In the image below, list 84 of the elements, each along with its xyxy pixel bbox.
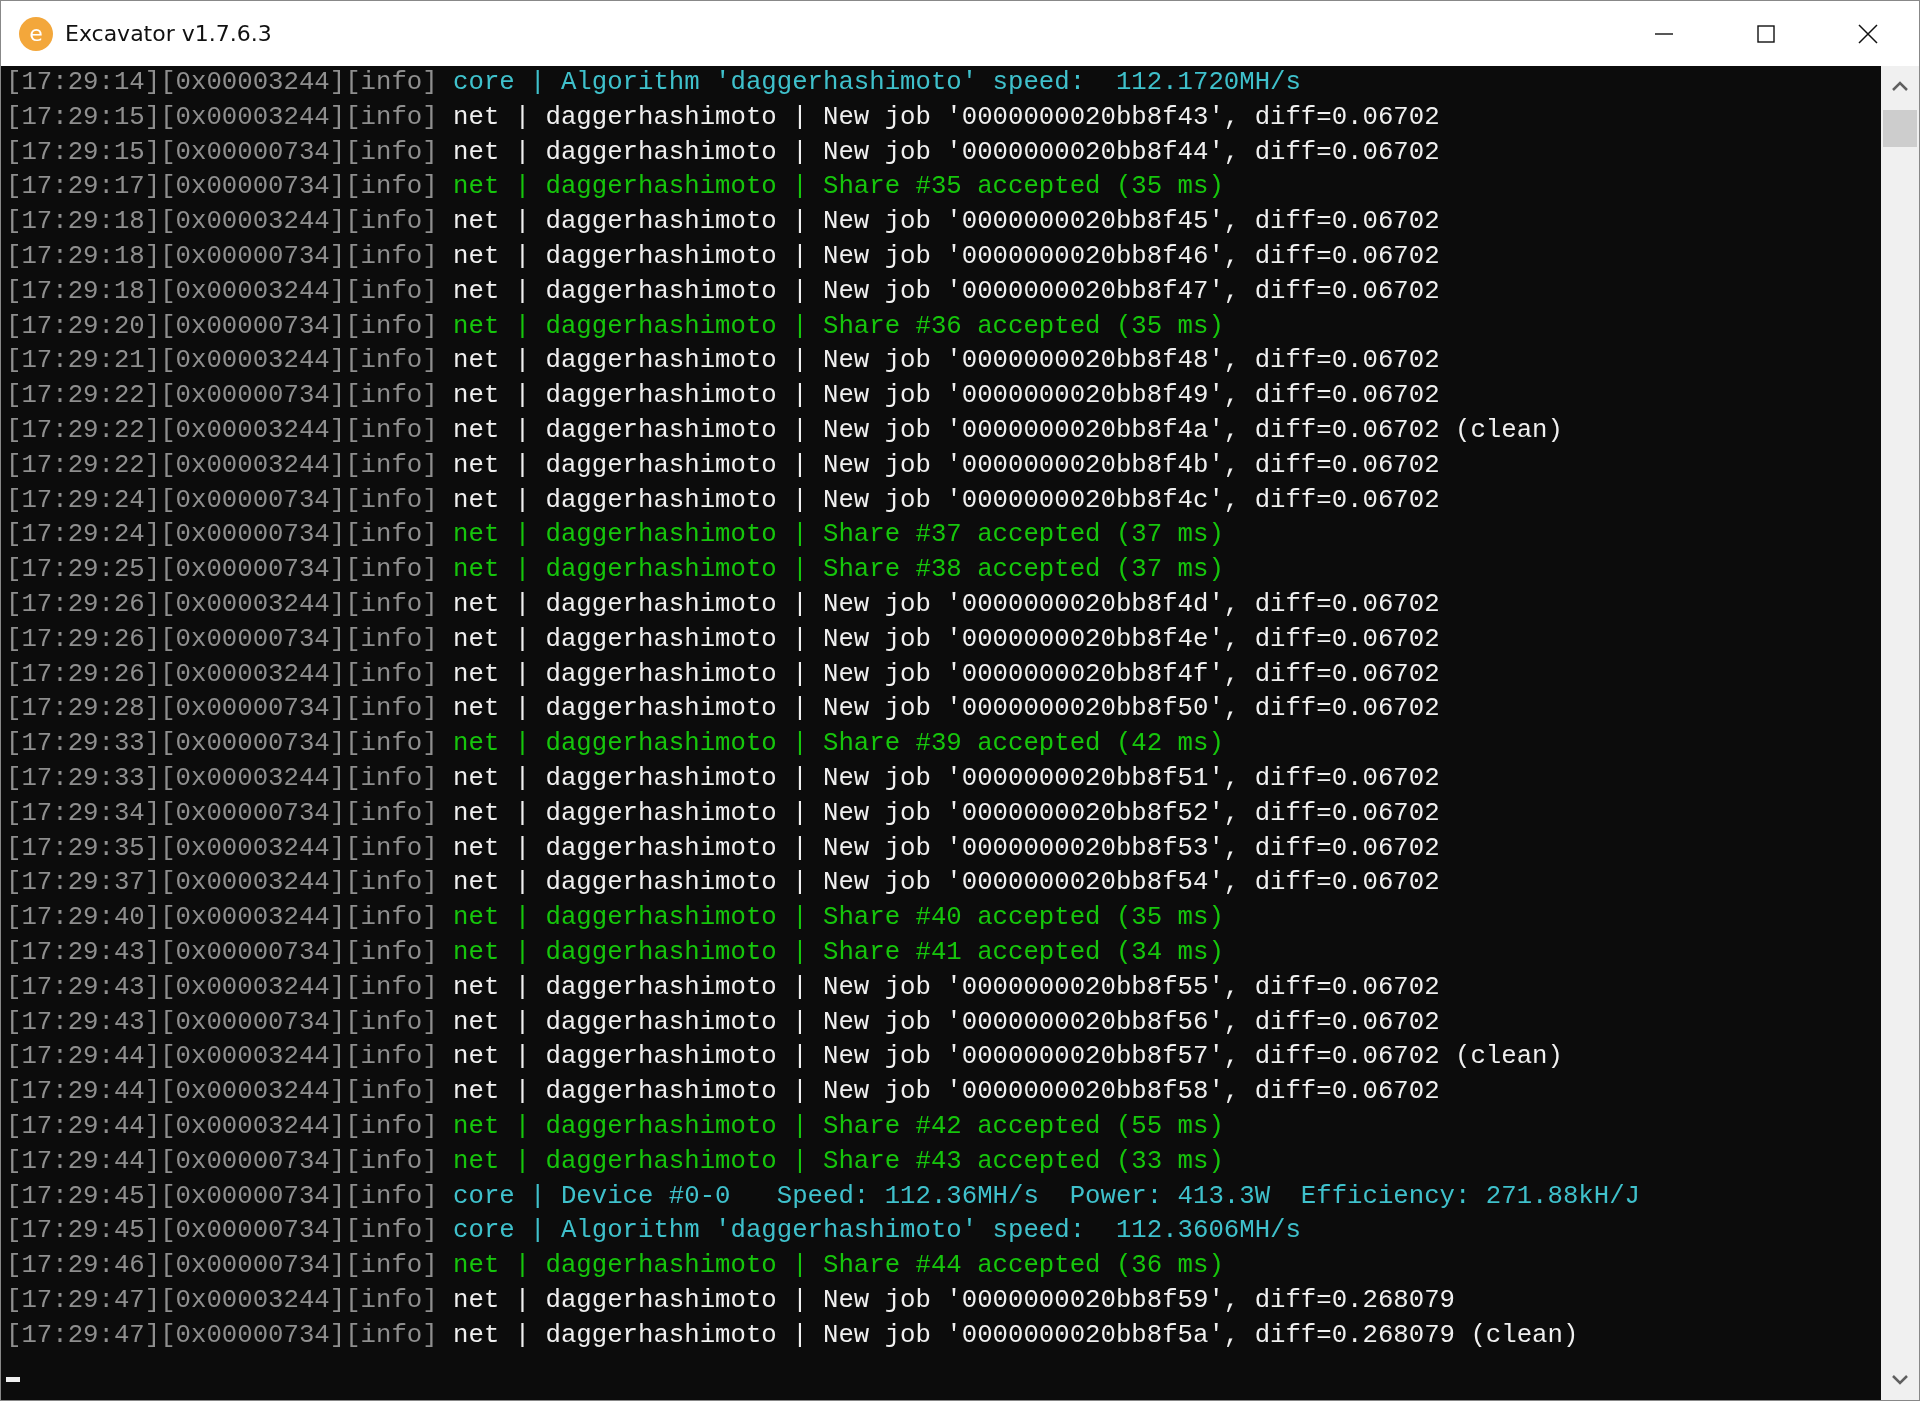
log-message: net | daggerhashimoto | New job '0000000020bb8f45', diff=0.06702 [453, 207, 1440, 237]
log-message: net | daggerhashimoto | New job '0000000020bb8f43', diff=0.06702 [453, 102, 1440, 132]
log-prefix: [17:29:26][0x00003244][info] [6, 589, 438, 619]
log-prefix: [17:29:17][0x00000734][info] [6, 172, 438, 202]
log-message: net | daggerhashimoto | New job '0000000020bb8f4f', diff=0.06702 [453, 659, 1440, 689]
log-prefix: [17:29:44][0x00003244][info] [6, 1111, 438, 1141]
log-message: net | daggerhashimoto | New job '0000000020bb8f44', diff=0.06702 [453, 137, 1440, 167]
log-message: net | daggerhashimoto | New job '0000000020bb8f4c', diff=0.06702 [453, 485, 1440, 515]
log-prefix: [17:29:20][0x00000734][info] [6, 311, 438, 341]
log-prefix: [17:29:18][0x00003244][info] [6, 276, 438, 306]
log-message: core | Algorithm 'daggerhashimoto' speed: 112.3606MH/s [453, 1216, 1301, 1246]
log-prefix: [17:29:44][0x00003244][info] [6, 1042, 438, 1072]
log-message: net | daggerhashimoto | Share #44 accepted (36 ms) [453, 1251, 1224, 1281]
log-message: net | daggerhashimoto | New job '0000000020bb8f54', diff=0.06702 [453, 868, 1440, 898]
log-prefix: [17:29:15][0x00000734][info] [6, 137, 438, 167]
log-message: net | daggerhashimoto | Share #40 accepted (35 ms) [453, 903, 1224, 933]
log-prefix: [17:29:46][0x00000734][info] [6, 1251, 438, 1281]
log-prefix: [17:29:47][0x00000734][info] [6, 1320, 438, 1350]
log-message: net | daggerhashimoto | New job '0000000020bb8f46', diff=0.06702 [453, 242, 1440, 271]
log-prefix: [17:29:22][0x00000734][info] [6, 381, 438, 411]
log-prefix: [17:29:33][0x00003244][info] [6, 763, 438, 793]
log-message: net | daggerhashimoto | New job '0000000020bb8f56', diff=0.06702 [453, 1007, 1440, 1037]
log-prefix: [17:29:40][0x00003244][info] [6, 903, 438, 933]
log-prefix: [17:29:14][0x00003244][info] [6, 68, 438, 97]
scrollbar-thumb[interactable] [1883, 110, 1917, 147]
log-message: net | daggerhashimoto | New job '0000000020bb8f4e', diff=0.06702 [453, 624, 1440, 654]
log-message: net | daggerhashimoto | Share #42 accepted (55 ms) [453, 1111, 1224, 1141]
log-prefix: [17:29:25][0x00000734][info] [6, 555, 438, 585]
log-message: net | daggerhashimoto | Share #37 accepted (37 ms) [453, 520, 1224, 550]
window-title: Excavator v1.7.6.3 [65, 21, 272, 46]
log-prefix: [17:29:44][0x00003244][info] [6, 1077, 438, 1107]
log-prefix: [17:29:28][0x00000734][info] [6, 694, 438, 724]
log-message: net | daggerhashimoto | New job '0000000020bb8f58', diff=0.06702 [453, 1077, 1440, 1107]
log-message: net | daggerhashimoto | Share #36 accepted (35 ms) [453, 311, 1224, 341]
log-prefix: [17:29:21][0x00003244][info] [6, 346, 438, 376]
log-prefix: [17:29:18][0x00003244][info] [6, 207, 438, 237]
log-message: net | daggerhashimoto | Share #38 accepted (37 ms) [453, 555, 1224, 585]
close-icon [1857, 22, 1879, 45]
log-message: net | daggerhashimoto | Share #41 accepted (34 ms) [453, 937, 1224, 967]
log-prefix: [17:29:18][0x00000734][info] [6, 242, 438, 271]
log-prefix: [17:29:22][0x00003244][info] [6, 450, 438, 480]
log-prefix: [17:29:24][0x00000734][info] [6, 485, 438, 515]
log-message: net | daggerhashimoto | New job '0000000020bb8f47', diff=0.06702 [453, 276, 1440, 306]
app-logo-icon: e [19, 16, 53, 51]
log-prefix: [17:29:43][0x00003244][info] [6, 972, 438, 1002]
log-message: core | Device #0-0 Speed: 112.36MH/s Power: 413.3W Efficiency: 271.88kH/J [453, 1181, 1640, 1211]
log-message: net | daggerhashimoto | New job '0000000020bb8f4d', diff=0.06702 [453, 589, 1440, 619]
log-prefix: [17:29:45][0x00000734][info] [6, 1181, 438, 1211]
log-prefix: [17:29:26][0x00003244][info] [6, 659, 438, 689]
log-prefix: [17:29:22][0x00003244][info] [6, 415, 438, 445]
log-message: net | daggerhashimoto | New job '0000000020bb8f59', diff=0.268079 [453, 1285, 1456, 1315]
log-message: net | daggerhashimoto | New job '0000000020bb8f57', diff=0.06702 (clean) [453, 1042, 1563, 1072]
log-prefix: [17:29:45][0x00000734][info] [6, 1216, 438, 1246]
log-message: net | daggerhashimoto | New job '0000000020bb8f5a', diff=0.268079 (clean) [453, 1320, 1579, 1350]
text-cursor [6, 1377, 20, 1382]
log-message: net | daggerhashimoto | New job '0000000020bb8f49', diff=0.06702 [453, 381, 1440, 411]
log-prefix: [17:29:43][0x00000734][info] [6, 1007, 438, 1037]
log-prefix: [17:29:26][0x00000734][info] [6, 624, 438, 654]
log-message: net | daggerhashimoto | New job '0000000020bb8f51', diff=0.06702 [453, 763, 1440, 793]
scroll-up-icon[interactable] [1891, 80, 1909, 92]
vertical-scrollbar[interactable] [1881, 66, 1919, 1400]
log-prefix: [17:29:34][0x00000734][info] [6, 798, 438, 828]
log-prefix: [17:29:47][0x00003244][info] [6, 1285, 438, 1315]
log-prefix: [17:29:37][0x00003244][info] [6, 868, 438, 898]
log-prefix: [17:29:24][0x00000734][info] [6, 520, 438, 550]
log-prefix: [17:29:44][0x00000734][info] [6, 1146, 438, 1176]
scroll-down-icon[interactable] [1891, 1374, 1909, 1386]
log-message: net | daggerhashimoto | New job '0000000020bb8f50', diff=0.06702 [453, 694, 1440, 724]
maximize-icon [1756, 23, 1776, 44]
log-message: core | Algorithm 'daggerhashimoto' speed: 112.1720MH/s [453, 68, 1301, 97]
log-prefix: [17:29:43][0x00000734][info] [6, 937, 438, 967]
log-message: net | daggerhashimoto | New job '0000000020bb8f53', diff=0.06702 [453, 833, 1440, 863]
log-message: net | daggerhashimoto | New job '0000000020bb8f55', diff=0.06702 [453, 972, 1440, 1002]
log-message: net | daggerhashimoto | Share #43 accepted (33 ms) [453, 1146, 1224, 1176]
log-prefix: [17:29:35][0x00003244][info] [6, 833, 438, 863]
log-message: net | daggerhashimoto | Share #35 accepted (35 ms) [453, 172, 1224, 202]
log-message: net | daggerhashimoto | New job '0000000020bb8f4a', diff=0.06702 (clean) [453, 415, 1563, 445]
log-prefix: [17:29:33][0x00000734][info] [6, 729, 438, 759]
log-message: net | daggerhashimoto | New job '0000000020bb8f48', diff=0.06702 [453, 346, 1440, 376]
log-prefix: [17:29:15][0x00003244][info] [6, 102, 438, 132]
log-message: net | daggerhashimoto | New job '0000000020bb8f4b', diff=0.06702 [453, 450, 1440, 480]
log-message: net | daggerhashimoto | New job '0000000020bb8f52', diff=0.06702 [453, 798, 1440, 828]
log-message: net | daggerhashimoto | Share #39 accepted (42 ms) [453, 729, 1224, 759]
minimize-icon [1655, 32, 1673, 35]
